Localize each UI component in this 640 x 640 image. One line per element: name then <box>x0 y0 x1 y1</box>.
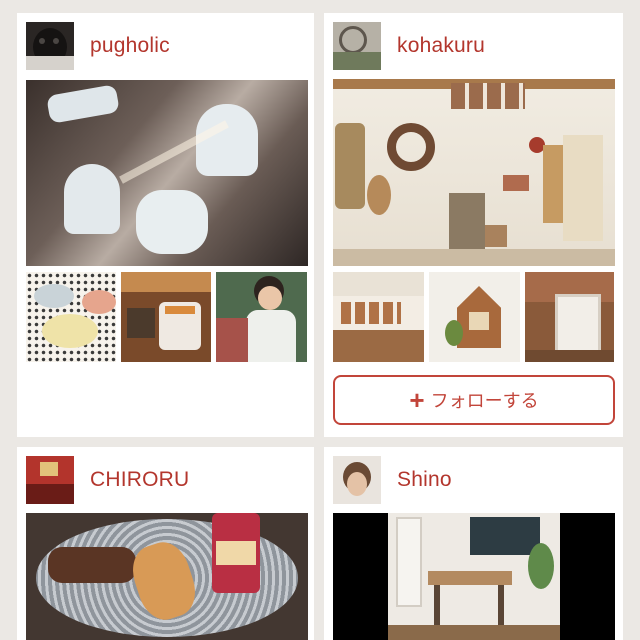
username-link[interactable]: Shino <box>397 468 452 492</box>
avatar[interactable] <box>26 22 74 70</box>
follow-button[interactable]: + フォローする <box>333 375 615 425</box>
main-photo[interactable] <box>26 513 308 640</box>
user-card-shino[interactable]: Shino <box>324 447 623 640</box>
main-photo[interactable] <box>26 80 308 266</box>
thumbnail-photo[interactable] <box>525 272 614 362</box>
thumbnail-photo[interactable] <box>333 272 424 362</box>
thumbnail-photo[interactable] <box>429 272 520 362</box>
username-link[interactable]: kohakuru <box>397 34 485 58</box>
user-card-kohakuru[interactable]: kohakuru + フォローする <box>324 13 623 437</box>
user-card-chiroru[interactable]: CHIRORU <box>17 447 314 640</box>
user-card-pugholic[interactable]: pugholic <box>17 13 314 437</box>
thumbnail-photo[interactable] <box>121 272 211 362</box>
username-link[interactable]: CHIRORU <box>90 468 189 492</box>
main-photo[interactable] <box>333 79 615 266</box>
thumbnail-photo[interactable] <box>26 272 116 362</box>
avatar[interactable] <box>333 22 381 70</box>
plus-icon: + <box>409 385 425 415</box>
avatar[interactable] <box>333 456 381 504</box>
thumbnail-photo[interactable] <box>216 272 307 362</box>
follow-button-label: フォローする <box>430 391 539 411</box>
username-link[interactable]: pugholic <box>90 34 170 58</box>
main-photo[interactable] <box>333 513 615 640</box>
avatar[interactable] <box>26 456 74 504</box>
